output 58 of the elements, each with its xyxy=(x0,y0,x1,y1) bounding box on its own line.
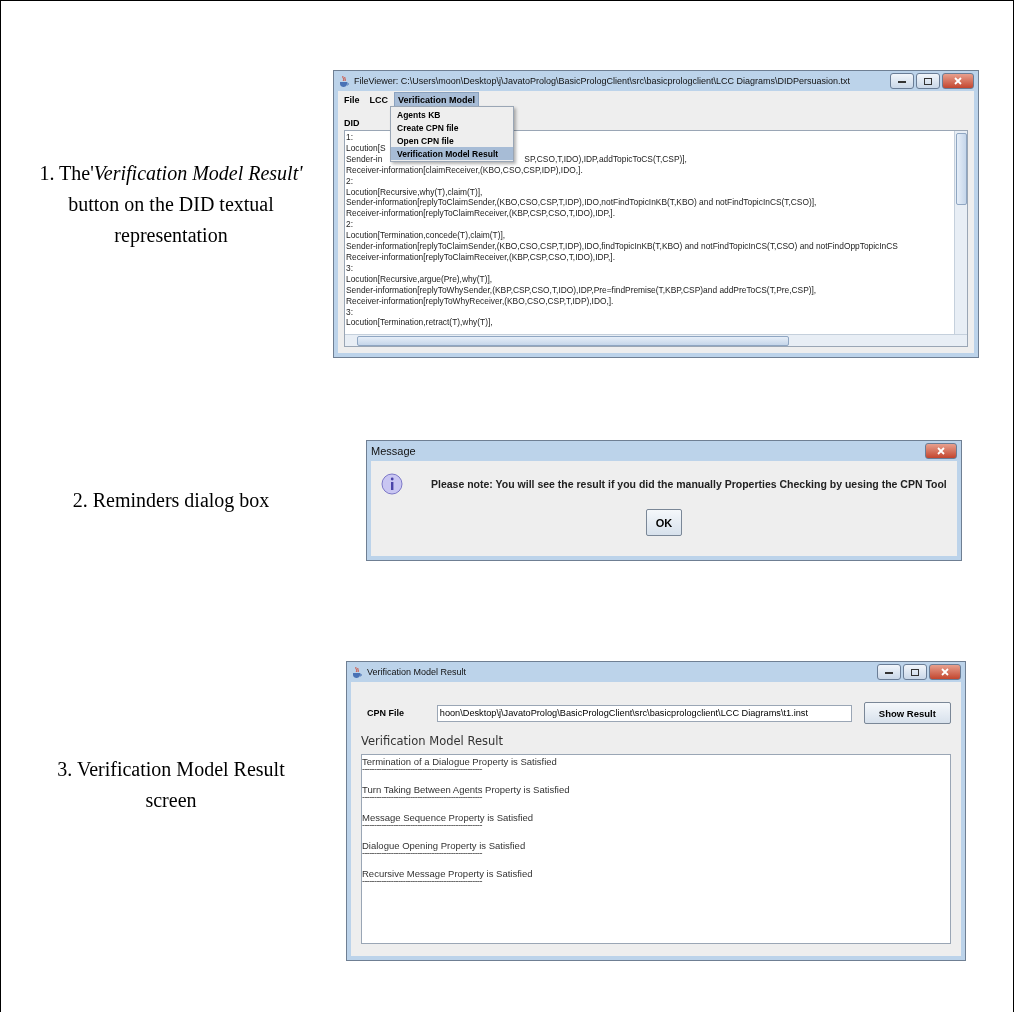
menu-option[interactable]: Verification Model Result xyxy=(391,147,513,160)
show-result-button[interactable]: Show Result xyxy=(863,702,951,724)
text-line: Sender-information[replyToClaimSender,(KBO,CSO,CSP,T,IDP),IDO,findTopicInKB(T,KBO) and notFindTopicInCS(T,CSO) and notFindOppTopicInCS xyxy=(346,241,898,252)
maximize-icon xyxy=(911,668,919,676)
info-icon xyxy=(381,473,403,495)
text-line: Receiver-information[replyToClaimReceiver,(KBP,CSP,CSO,T,IDO),IDP,]. xyxy=(346,251,615,263)
maximize-button[interactable] xyxy=(916,73,940,89)
menu-option[interactable]: Open CPN file xyxy=(391,134,513,147)
minimize-button[interactable] xyxy=(877,664,901,680)
coffee-cup-icon xyxy=(351,665,363,679)
ok-button[interactable]: OK xyxy=(646,509,682,536)
message-text: Please note: You will see the result if you did the manually Properties Checking by uesing the CPN Tool xyxy=(431,478,947,490)
text-line: Receiver-information[replyToWhyReceiver,(KBO,CSO,CSP,T,IDP),IDO,]. xyxy=(346,295,614,307)
close-icon xyxy=(954,77,962,85)
text-line: 1: xyxy=(346,132,353,143)
text-line: Locution[Termination,concede(T),claim(T)], xyxy=(346,230,506,242)
menu-item[interactable]: LCC xyxy=(365,92,392,108)
window-title: Verification Model Result xyxy=(367,667,468,677)
text-line: Sender-information[replyToClaimSender,(KBO,CSO,CSP,T,IDP),IDO,notFindTopicInKB(T,KBO) and notFindTopicInCS(T,CSO)], xyxy=(346,197,817,209)
text-line: Receiver-information[claimReceiver,(KBO,CSO,CSP,IDP),IDO,]. xyxy=(346,164,583,176)
window-title: FileViewer: C:\Users\moon\Desktop\j\JavatoProlog\BasicPrologClient\src\basicprologclient\LCC Diagrams\DIDPersuasion.txt xyxy=(354,76,852,86)
minimize-icon xyxy=(898,79,906,83)
file-path-field[interactable]: hoon\Desktop\j\JavatoProlog\BasicPrologClient\src\basicprologclient\LCC Diagrams\t1.inst xyxy=(436,704,852,722)
close-button[interactable] xyxy=(942,73,974,89)
section-label: DID xyxy=(344,118,360,128)
text-line: Sender-in xyxy=(346,153,383,165)
maximize-icon xyxy=(924,77,932,85)
text-line: Locution[Recursive,argue(Pre),why(T)], xyxy=(346,273,493,285)
text-line: Sender-information[replyToWhySender,(KBP,CSP,CSO,T,IDO),IDP,Pre=findPremise(T,KBP,CSP)and addPreToCS(T,Pre,CSP)], xyxy=(346,284,817,296)
minimize-button[interactable] xyxy=(890,73,914,89)
menu-item[interactable]: File xyxy=(340,92,364,108)
coffee-cup-icon xyxy=(338,74,350,88)
close-button[interactable] xyxy=(925,443,957,459)
text-line: 2: xyxy=(346,219,353,231)
text-line: 3: xyxy=(346,262,353,274)
horizontal-scrollbar[interactable] xyxy=(345,334,967,346)
maximize-button[interactable] xyxy=(903,664,927,680)
text-line: Receiver-information[replyToClaimReceiver,(KBP,CSP,CSO,T,IDO),IDP,]. xyxy=(346,208,615,220)
window-title: Message xyxy=(371,445,417,457)
figure-caption: 1. The'Verification Model Result' button on the DID textual representation xyxy=(38,161,304,249)
close-icon xyxy=(937,447,945,455)
close-icon xyxy=(941,668,949,676)
text-line: SP,CSO,T,IDO),IDP,addTopicToCS(T,CSP)], xyxy=(524,153,687,165)
text-line: 3: xyxy=(346,306,353,318)
text-line: Locution[Recursive,why(T),claim(T)], xyxy=(346,186,483,198)
figure-caption: 2. Reminders dialog box xyxy=(71,488,271,514)
text-area[interactable] xyxy=(344,130,968,347)
close-button[interactable] xyxy=(929,664,961,680)
field-label: CPN File xyxy=(366,708,405,718)
minimize-icon xyxy=(885,670,893,674)
section-heading: Verification Model Result xyxy=(361,734,504,748)
text-line: Locution[Termination,retract(T),why(T)], xyxy=(346,317,493,329)
text-line: 2: xyxy=(346,175,353,187)
menu-option[interactable]: Create CPN file xyxy=(391,121,513,134)
menu-option[interactable]: Agents KB xyxy=(391,108,513,121)
text-line: Locution[S xyxy=(346,142,386,154)
figure-caption: 3. Verification Model Result screen xyxy=(56,757,286,813)
vertical-scrollbar[interactable] xyxy=(954,131,967,334)
